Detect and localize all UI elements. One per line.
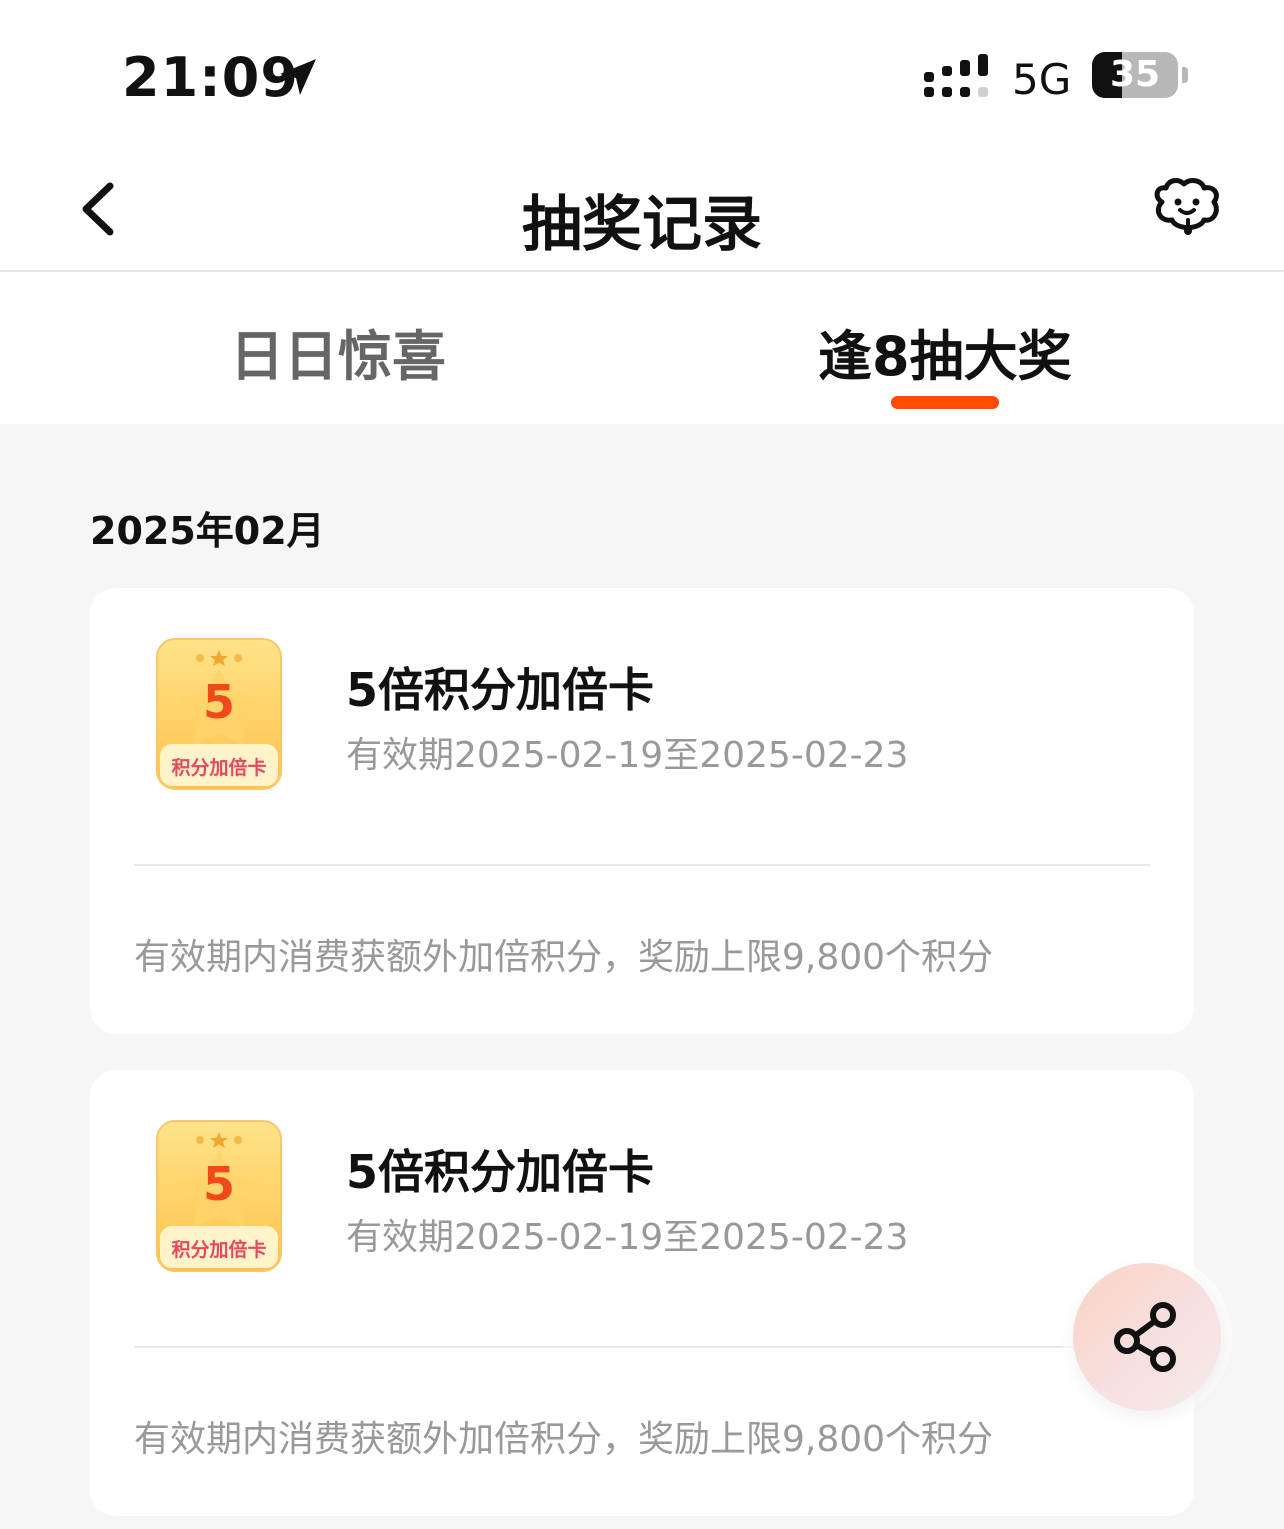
badge-number: 5: [203, 675, 235, 729]
signal-strength-icon: [924, 54, 988, 97]
battery-icon: 35: [1092, 52, 1180, 98]
points-multiplier-card-icon: 5 积分加倍卡: [156, 638, 282, 790]
prize-validity: 有效期2025-02-19至2025-02-23: [346, 1217, 909, 1258]
battery-tip: [1182, 67, 1188, 83]
badge-text: 积分加倍卡: [171, 756, 266, 779]
month-header: 2025年02月: [90, 509, 325, 553]
share-icon: [1114, 1302, 1176, 1372]
status-time: 21:09: [122, 46, 299, 109]
prize-name: 5倍积分加倍卡: [346, 663, 655, 717]
customer-service-icon[interactable]: [1148, 176, 1228, 240]
badge-number: 5: [203, 1157, 235, 1211]
tab-bar: 日日惊喜 逢8抽大奖: [0, 272, 1284, 424]
card-divider: [134, 864, 1150, 866]
battery-percent: 35: [1109, 54, 1161, 95]
page-title: 抽奖记录: [522, 190, 762, 260]
status-bar: 21:09 5G 35: [0, 0, 1284, 150]
points-multiplier-card-icon: 5 积分加倍卡: [156, 1120, 282, 1272]
network-label: 5G: [1012, 55, 1072, 104]
badge-text: 积分加倍卡: [171, 1238, 266, 1261]
prize-record-card[interactable]: 5 积分加倍卡 5倍积分加倍卡 有效期2025-02-19至2025-02-23…: [90, 1070, 1194, 1516]
tab-daily-surprise[interactable]: 日日惊喜: [230, 312, 450, 391]
active-tab-indicator: [891, 396, 999, 409]
tab-lucky-8-draw[interactable]: 逢8抽大奖: [818, 312, 1078, 391]
prize-name: 5倍积分加倍卡: [346, 1145, 655, 1199]
prize-description: 有效期内消费获额外加倍积分，奖励上限9,800个积分: [134, 1419, 994, 1460]
nav-bar: 抽奖记录: [0, 150, 1284, 272]
prize-validity: 有效期2025-02-19至2025-02-23: [346, 735, 909, 776]
prize-description: 有效期内消费获额外加倍积分，奖励上限9,800个积分: [134, 937, 994, 978]
share-button[interactable]: [1062, 1252, 1232, 1422]
card-divider: [134, 1346, 1150, 1348]
location-arrow-icon: [280, 59, 316, 95]
prize-record-card[interactable]: 5 积分加倍卡 5倍积分加倍卡 有效期2025-02-19至2025-02-23…: [90, 588, 1194, 1034]
